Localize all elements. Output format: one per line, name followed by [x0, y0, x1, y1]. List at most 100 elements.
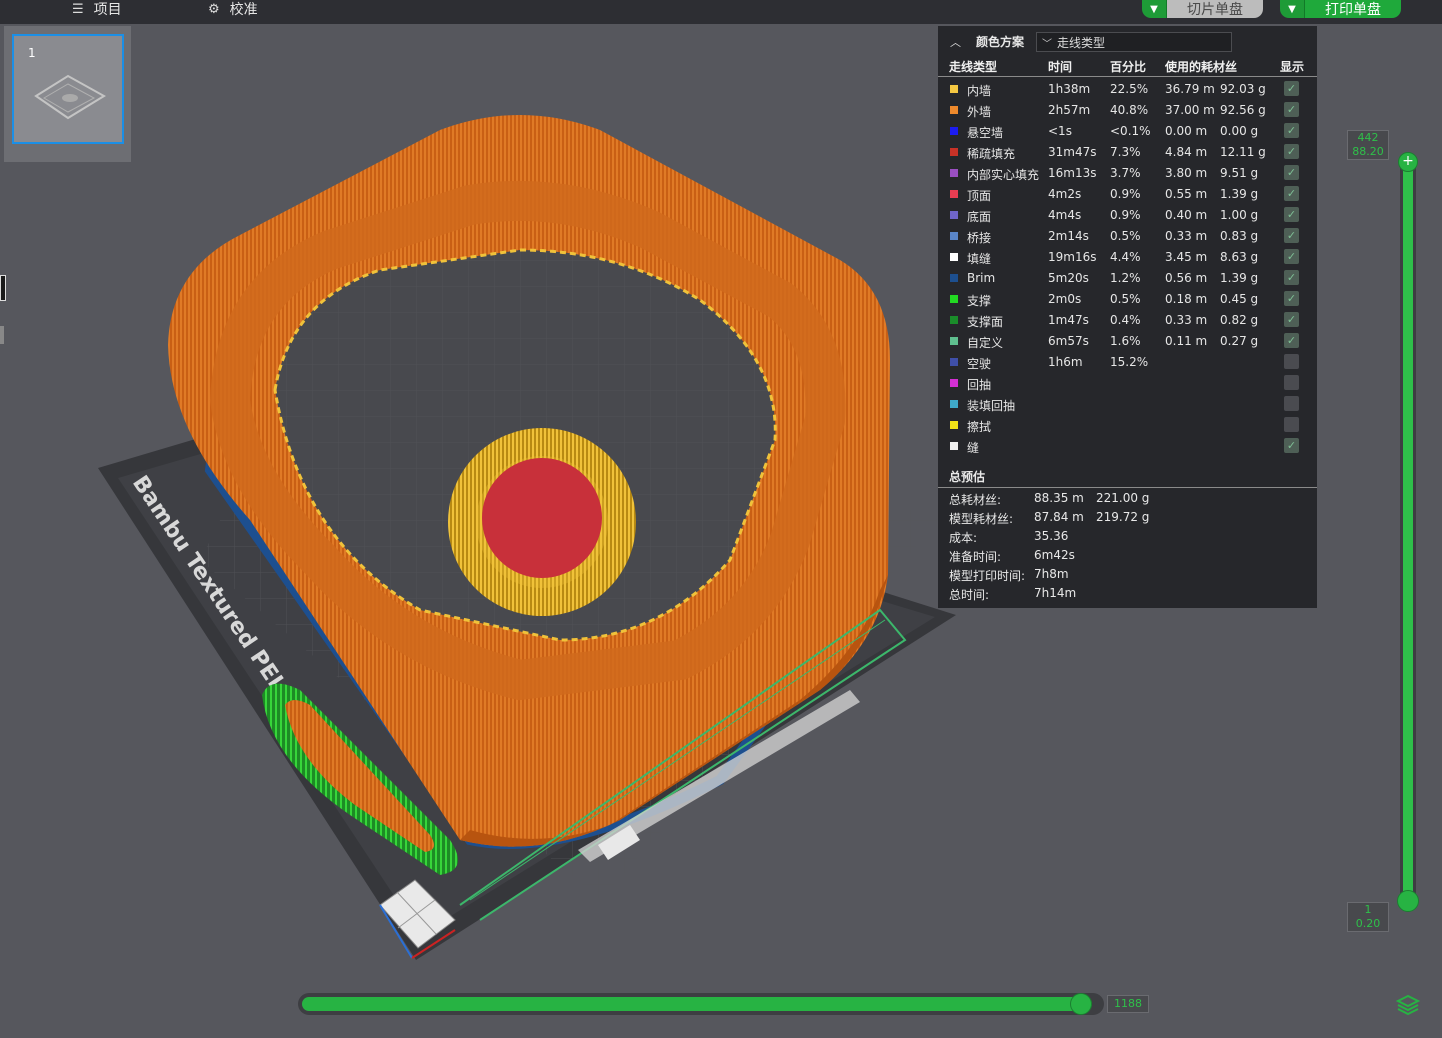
move-slider-track [302, 997, 1092, 1011]
legend-name: 填缝 [967, 252, 992, 266]
legend-swatch [950, 148, 958, 156]
legend-swatch [950, 106, 958, 114]
legend-row: 顶面 4m2s 0.9% 0.55 m 1.39 g ✓ [938, 184, 1317, 205]
summary-row: 模型打印时间: 7h8m [938, 565, 1317, 584]
legend-weight: 1.00 g [1220, 208, 1259, 222]
move-slider-value: 1188 [1107, 995, 1149, 1013]
legend-length: 0.33 m [1165, 313, 1208, 327]
legend-name: 底面 [967, 210, 992, 224]
legend-row: 空驶 1h6m 15.2% ✓ [938, 352, 1317, 373]
chevron-down-icon[interactable]: ▼ [1142, 0, 1167, 18]
color-scheme-select[interactable]: ﹀ 走线类型 [1036, 32, 1232, 52]
display-checkbox[interactable]: ✓ [1284, 165, 1299, 180]
summary-row: 总耗材丝: 88.35 m 221.00 g [938, 489, 1317, 508]
legend-weight: 92.03 g [1220, 82, 1266, 96]
legend-row: 内部实心填充 16m13s 3.7% 3.80 m 9.51 g ✓ [938, 163, 1317, 184]
bottom-layer-readout: 1 0.20 [1347, 902, 1389, 932]
legend-length: 36.79 m [1165, 82, 1215, 96]
legend-name: 装填回抽 [967, 399, 1016, 413]
column-filament: 使用的耗材丝 [1165, 60, 1238, 74]
chevron-down-icon[interactable]: ▼ [1280, 0, 1305, 18]
top-layer-number: 442 [1357, 131, 1379, 144]
legend-row: 缝 ✓ [938, 436, 1317, 457]
column-time: 时间 [1048, 60, 1073, 74]
chevron-down-icon: ﹀ [1042, 38, 1052, 50]
display-checkbox[interactable]: ✓ [1284, 333, 1299, 348]
list-icon: ☰ [72, 1, 84, 17]
display-checkbox[interactable]: ✓ [1284, 354, 1299, 369]
legend-time: 19m16s [1048, 250, 1097, 264]
legend-swatch [950, 442, 958, 450]
legend-percent: 0.9% [1110, 187, 1141, 201]
legend-length: 0.55 m [1165, 187, 1208, 201]
legend-weight: 0.45 g [1220, 292, 1259, 306]
display-checkbox[interactable]: ✓ [1284, 186, 1299, 201]
display-checkbox[interactable]: ✓ [1284, 207, 1299, 222]
color-scheme-value: 走线类型 [1057, 35, 1106, 50]
summary-label: 模型打印时间: [949, 569, 1026, 583]
display-checkbox[interactable]: ✓ [1284, 291, 1299, 306]
summary-value-a: 87.84 m [1034, 510, 1084, 524]
legend-percent: 7.3% [1110, 145, 1141, 159]
left-panel-handle-2[interactable] [0, 326, 4, 344]
legend-time: 2m0s [1048, 292, 1082, 306]
legend-row: 填缝 19m16s 4.4% 3.45 m 8.63 g ✓ [938, 247, 1317, 268]
display-checkbox[interactable]: ✓ [1284, 144, 1299, 159]
column-type: 走线类型 [949, 60, 998, 74]
layers-icon[interactable] [1396, 994, 1420, 1016]
legend-time: 4m4s [1048, 208, 1082, 222]
slice-plate-button[interactable]: ▼ 切片单盘 [1142, 0, 1263, 18]
legend-row: 装填回抽 ✓ [938, 394, 1317, 415]
legend-percent: 0.5% [1110, 229, 1141, 243]
legend-weight: 0.83 g [1220, 229, 1259, 243]
legend-row: 悬空墙 <1s <0.1% 0.00 m 0.00 g ✓ [938, 121, 1317, 142]
display-checkbox[interactable]: ✓ [1284, 417, 1299, 432]
summary-row: 模型耗材丝: 87.84 m 219.72 g [938, 508, 1317, 527]
display-checkbox[interactable]: ✓ [1284, 396, 1299, 411]
display-checkbox[interactable]: ✓ [1284, 270, 1299, 285]
legend-length: 37.00 m [1165, 103, 1215, 117]
print-plate-label: 打印单盘 [1305, 0, 1401, 18]
display-checkbox[interactable]: ✓ [1284, 438, 1299, 453]
legend-swatch [950, 169, 958, 177]
legend-row: 自定义 6m57s 1.6% 0.11 m 0.27 g ✓ [938, 331, 1317, 352]
legend-time: 1h38m [1048, 82, 1091, 96]
legend-time: 2m14s [1048, 229, 1089, 243]
legend-name: 外墙 [967, 105, 992, 119]
legend-swatch [950, 127, 958, 135]
legend-length: 0.18 m [1165, 292, 1208, 306]
legend-percent: <0.1% [1110, 124, 1151, 138]
summary-row: 准备时间: 6m42s [938, 546, 1317, 565]
legend-row: 内墙 1h38m 22.5% 36.79 m 92.03 g ✓ [938, 79, 1317, 100]
layer-slider-bottom-handle[interactable] [1397, 890, 1419, 912]
display-checkbox[interactable]: ✓ [1284, 312, 1299, 327]
legend-name: 擦拭 [967, 420, 992, 434]
display-checkbox[interactable]: ✓ [1284, 123, 1299, 138]
layer-slider-top-handle[interactable]: + [1398, 152, 1418, 172]
display-checkbox[interactable]: ✓ [1284, 102, 1299, 117]
center-infill [482, 458, 602, 578]
legend-percent: 0.9% [1110, 208, 1141, 222]
plate-thumbnail[interactable]: 1 [12, 34, 124, 144]
legend-percent: 40.8% [1110, 103, 1149, 117]
collapse-icon[interactable]: ︿ [950, 34, 961, 50]
menu-calibrate[interactable]: ⚙ 校准 [208, 0, 258, 19]
summary-value-a: 88.35 m [1034, 491, 1084, 505]
display-checkbox[interactable]: ✓ [1284, 249, 1299, 264]
legend-length: 0.11 m [1165, 334, 1208, 348]
legend-percent: 22.5% [1110, 82, 1149, 96]
menu-project[interactable]: ☰ 项目 [72, 0, 122, 19]
bottom-layer-number: 1 [1364, 903, 1372, 916]
legend-panel: ︿ 颜色方案 ﹀ 走线类型 走线类型 时间 百分比 使用的耗材丝 显示 内墙 1h… [938, 26, 1317, 608]
summary-value-a: 7h14m [1034, 586, 1077, 600]
left-panel-handle[interactable] [0, 275, 6, 301]
top-toolbar: ☰ 项目 ⚙ 校准 ▼ 切片单盘 ▼ 打印单盘 [0, 0, 1442, 24]
display-checkbox[interactable]: ✓ [1284, 81, 1299, 96]
display-checkbox[interactable]: ✓ [1284, 375, 1299, 390]
print-plate-button[interactable]: ▼ 打印单盘 [1280, 0, 1401, 18]
legend-row: 支撑面 1m47s 0.4% 0.33 m 0.82 g ✓ [938, 310, 1317, 331]
legend-weight: 9.51 g [1220, 166, 1259, 180]
display-checkbox[interactable]: ✓ [1284, 228, 1299, 243]
legend-swatch [950, 337, 958, 345]
summary-divider [938, 487, 1317, 488]
